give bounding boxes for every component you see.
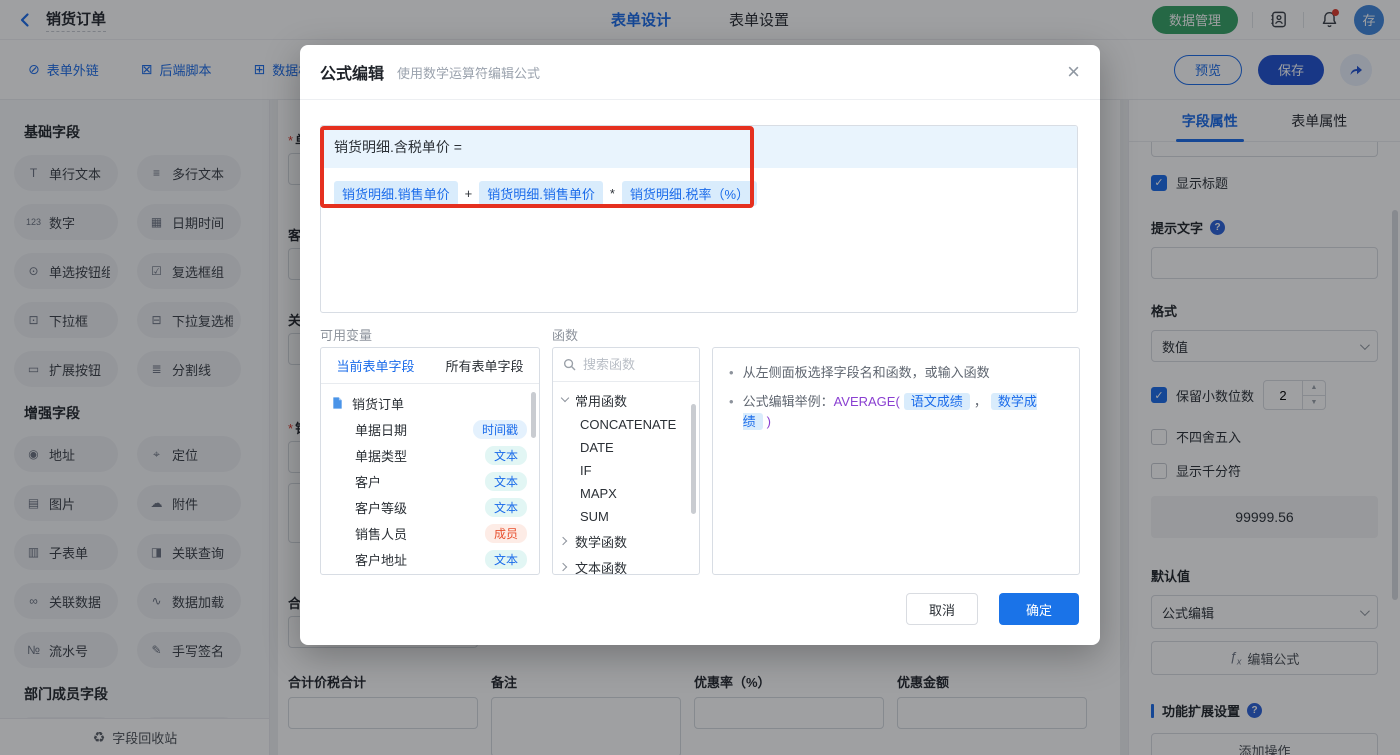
formula-field-chip[interactable]: 销货明细.销售单价	[479, 181, 603, 206]
variables-root-label: 销货订单	[352, 394, 404, 413]
variables-root-node[interactable]: 销货订单	[321, 390, 539, 416]
function-item[interactable]: CONCATENATE	[553, 413, 699, 436]
variable-name: 客户	[355, 472, 381, 491]
search-icon	[563, 358, 576, 371]
function-search-input[interactable]	[583, 357, 683, 372]
bullet-icon: •	[729, 363, 734, 383]
variable-type-badge: 成员	[485, 524, 527, 543]
formula-field-chip[interactable]: 销货明细.税率（%）	[622, 181, 757, 206]
formula-input-area[interactable]: 销货明细.含税单价 = 销货明细.销售单价 + 销货明细.销售单价 * 销货明细.税率（…	[320, 125, 1078, 313]
variables-tab-0[interactable]: 当前表单字段	[321, 348, 430, 383]
variable-type-badge: 文本	[485, 446, 527, 465]
help-tip-1: 从左侧面板选择字段名和函数，或输入函数	[743, 363, 990, 383]
modal-title: 公式编辑	[320, 60, 384, 84]
variable-row[interactable]: 单据日期 时间戳	[321, 416, 539, 442]
variable-row[interactable]: 单据类型 文本	[321, 442, 539, 468]
variable-row[interactable]: 客户等级 文本	[321, 494, 539, 520]
chevron-right-icon	[561, 563, 569, 571]
variables-scrollbar[interactable]	[531, 392, 536, 438]
variable-type-badge: 文本	[485, 472, 527, 491]
functions-label: 函数	[552, 325, 578, 344]
doc-icon	[331, 396, 345, 410]
help-example-separator: ，	[974, 394, 987, 409]
formula-editor-modal: 公式编辑 使用数学运算符编辑公式 × 销货明细.含税单价 = 销货明细.销售单价…	[300, 45, 1100, 645]
function-group-label: 文本函数	[575, 558, 627, 576]
form-designer-page: 销货订单 表单设计表单设置 数据管理 存 ⊘表单外链⊠后端脚本⊞数据权限 预览 …	[0, 0, 1400, 755]
variable-name: 客户等级	[355, 498, 407, 517]
variable-row[interactable]: 销售人员 成员	[321, 520, 539, 546]
chevron-right-icon	[561, 537, 569, 545]
help-example-prefix: 公式编辑举例：	[743, 394, 834, 409]
formula-operator: *	[610, 186, 615, 201]
variable-row[interactable]: 客户 文本	[321, 468, 539, 494]
function-item[interactable]: MAPX	[553, 482, 699, 505]
chevron-down-icon	[561, 396, 569, 404]
variables-tab-1[interactable]: 所有表单字段	[430, 348, 539, 383]
function-group[interactable]: 常用函数	[553, 387, 699, 413]
close-icon[interactable]: ×	[1067, 61, 1080, 83]
function-item[interactable]: IF	[553, 459, 699, 482]
variables-label: 可用变量	[320, 325, 372, 344]
help-example-function: )	[767, 414, 771, 429]
functions-scrollbar[interactable]	[691, 404, 696, 514]
function-search	[553, 348, 699, 382]
variable-row[interactable]: 客户地址 文本	[321, 546, 539, 572]
confirm-button[interactable]: 确定	[999, 593, 1079, 625]
variable-type-badge: 文本	[485, 550, 527, 569]
help-example-function: AVERAGE(	[834, 394, 900, 409]
functions-panel: 常用函数 CONCATENATEDATEIFMAPXSUM 数学函数文本函数	[552, 347, 700, 575]
variable-name: 单据日期	[355, 420, 407, 439]
help-tip-example: 公式编辑举例：AVERAGE(语文成绩，数学成绩)	[743, 392, 1063, 432]
formula-field-chip[interactable]: 销货明细.销售单价	[334, 181, 458, 206]
help-example-arg-chip[interactable]: 语文成绩	[904, 393, 970, 410]
function-item[interactable]: SUM	[553, 505, 699, 528]
modal-subtitle: 使用数学运算符编辑公式	[397, 63, 540, 82]
cancel-button[interactable]: 取消	[906, 593, 978, 625]
variable-name: 客户地址	[355, 550, 407, 569]
variables-panel: 当前表单字段所有表单字段 销货订单单据日期时间戳单据类型文本客户文本客户等级文本…	[320, 347, 540, 575]
formula-target: 销货明细.含税单价 =	[321, 126, 1077, 168]
variable-type-badge: 时间戳	[473, 420, 527, 439]
formula-operator: +	[465, 186, 473, 201]
function-group-label: 常用函数	[575, 391, 627, 410]
function-group[interactable]: 文本函数	[553, 554, 699, 575]
function-group[interactable]: 数学函数	[553, 528, 699, 554]
variable-type-badge: 文本	[485, 498, 527, 517]
variable-name: 销售人员	[355, 524, 407, 543]
bullet-icon: •	[729, 392, 734, 432]
variable-name: 单据类型	[355, 446, 407, 465]
formula-help-panel: • 从左侧面板选择字段名和函数，或输入函数 • 公式编辑举例：AVERAGE( 语…	[712, 347, 1080, 575]
function-group-label: 数学函数	[575, 532, 627, 551]
function-item[interactable]: DATE	[553, 436, 699, 459]
